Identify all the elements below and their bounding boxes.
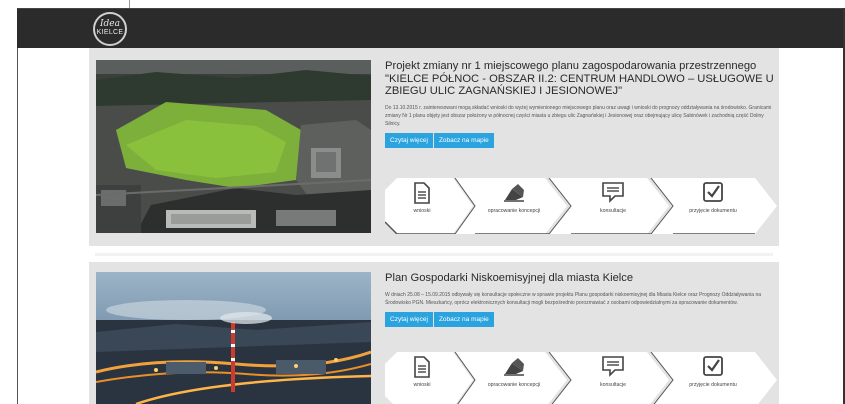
project-content: Projekt zmiany nr 1 miejscowego planu za… xyxy=(385,60,777,234)
project-title[interactable]: Plan Gospodarki Niskoemisyjnej dla miast… xyxy=(385,272,777,285)
project-description: Do 13.10.2015 r. zainteresowani mogą skł… xyxy=(385,104,772,128)
pen-icon xyxy=(504,358,524,376)
project-description: W dniach 25.08 – 15.09.2015 odbywały się… xyxy=(385,291,762,306)
step-label-dokumentu: przyjęcie dokumentu xyxy=(689,208,737,214)
checkbox-icon xyxy=(703,182,723,202)
site-logo[interactable]: Idea KIELCE xyxy=(93,12,127,46)
pen-icon xyxy=(504,184,524,202)
left-border xyxy=(17,48,18,404)
step-label-koncepcji: opracowanie koncepcji xyxy=(487,382,541,388)
view-map-button[interactable]: Zobacz na mapie xyxy=(433,312,494,328)
project-city-photo[interactable] xyxy=(96,272,371,404)
step-label-wnioski: wnioski xyxy=(413,382,431,388)
site-header: Idea KIELCE xyxy=(17,8,845,48)
project-aerial-photo[interactable] xyxy=(96,60,371,233)
top-divider xyxy=(0,0,130,8)
project-actions: Czytaj więcej Zobacz na mapie xyxy=(385,133,777,149)
project-actions: Czytaj więcej Zobacz na mapie xyxy=(385,312,777,328)
speech-bubble-icon xyxy=(602,356,624,377)
page: Idea KIELCE Projekt zmiany nr 1 miejscow… xyxy=(0,0,845,404)
city-night-photo-image xyxy=(96,272,371,404)
step-label-konsultacje: konsultacje xyxy=(600,208,626,214)
step-label-dokumentu: przyjęcie dokumentu xyxy=(689,382,737,388)
logo-text-kielce: KIELCE xyxy=(96,29,124,36)
document-icon xyxy=(414,182,430,204)
step-label-konsultacje: konsultacje xyxy=(600,382,626,388)
document-icon xyxy=(414,356,430,378)
project-card: Projekt zmiany nr 1 miejscowego planu za… xyxy=(89,48,779,246)
step-label-koncepcji: opracowanie koncepcji xyxy=(487,208,541,214)
process-steps: wnioski opracowanie koncepcji konsultacj… xyxy=(385,178,777,234)
separator-line xyxy=(95,253,773,256)
logo-text-idea: Idea xyxy=(99,19,120,29)
project-card: Plan Gospodarki Niskoemisyjnej dla miast… xyxy=(89,262,779,404)
aerial-photo-image xyxy=(96,60,371,233)
read-more-button[interactable]: Czytaj więcej xyxy=(385,312,433,328)
top-strip xyxy=(0,0,845,8)
card-separator xyxy=(89,246,779,262)
step-label-wnioski: wnioski xyxy=(413,208,431,214)
project-content: Plan Gospodarki Niskoemisyjnej dla miast… xyxy=(385,272,777,404)
process-steps: wnioski opracowanie koncepcji konsultacj… xyxy=(385,352,777,404)
read-more-button[interactable]: Czytaj więcej xyxy=(385,133,433,149)
view-map-button[interactable]: Zobacz na mapie xyxy=(433,133,494,149)
checkbox-icon xyxy=(703,356,723,376)
project-title[interactable]: Projekt zmiany nr 1 miejscowego planu za… xyxy=(385,60,777,98)
speech-bubble-icon xyxy=(602,182,624,203)
